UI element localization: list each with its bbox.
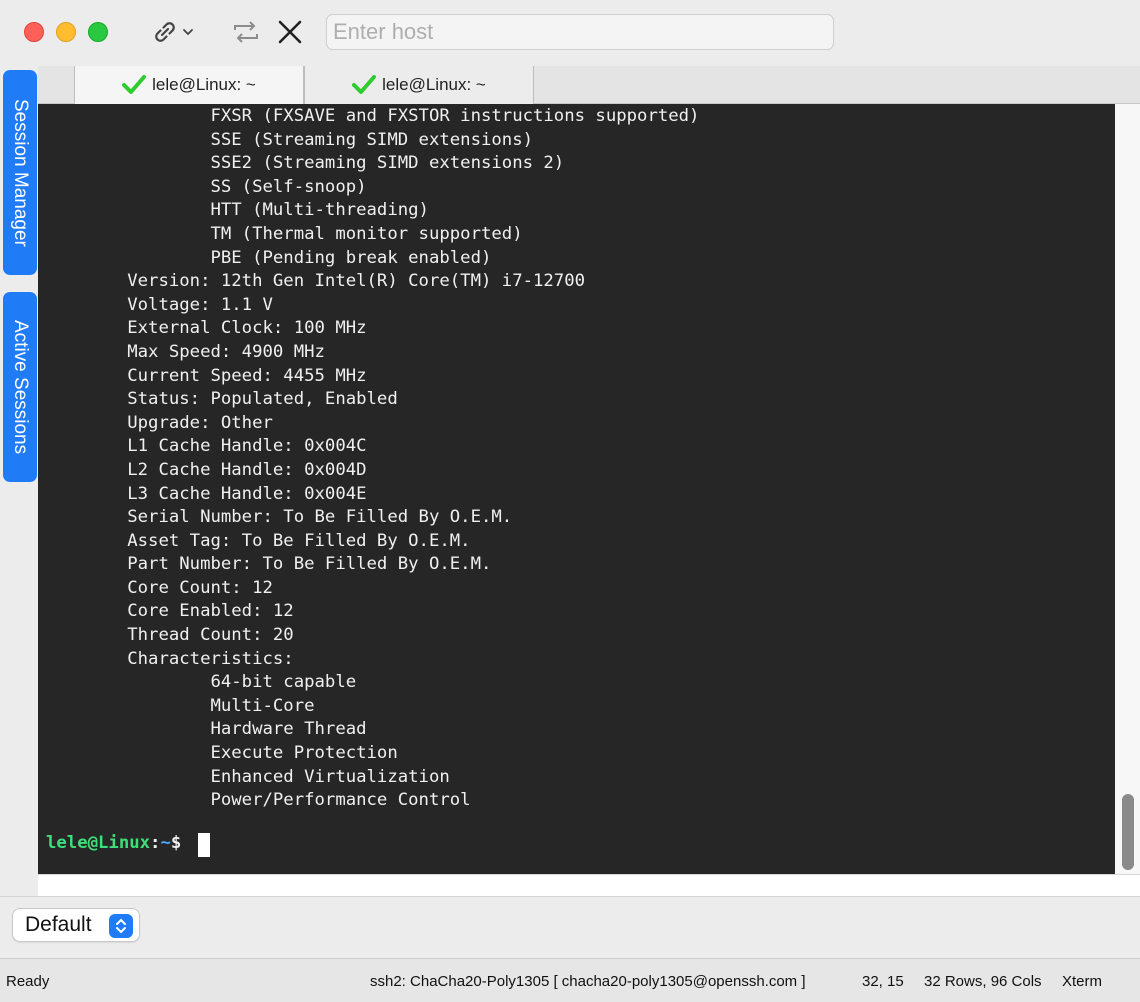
terminal-line: SSE2 (Streaming SIMD extensions 2) <box>44 153 565 174</box>
terminal-line: Thread Count: 20 <box>44 625 294 646</box>
terminal-line: Status: Populated, Enabled <box>44 389 398 410</box>
tab-label: lele@Linux: ~ <box>382 75 486 94</box>
terminal-line: Current Speed: 4455 MHz <box>44 365 367 386</box>
reconnect-button[interactable] <box>226 14 266 50</box>
active-sessions-label: Active Sessions <box>10 319 31 455</box>
terminal-line: External Clock: 100 MHz <box>44 318 367 339</box>
terminal-line: Version: 12th Gen Intel(R) Core(TM) i7-1… <box>44 271 586 292</box>
terminal-line: Voltage: 1.1 V <box>44 294 273 315</box>
terminal-scrollbar[interactable] <box>1115 104 1140 874</box>
prompt-symbol: $ <box>170 833 192 853</box>
terminal-line: L1 Cache Handle: 0x004C <box>44 436 367 457</box>
terminal-line: Multi-Core <box>44 695 315 716</box>
tab-label: lele@Linux: ~ <box>152 75 256 94</box>
terminal-line: HTT (Multi-threading) <box>44 200 429 221</box>
session-manager-tab[interactable]: Session Manager <box>3 70 37 275</box>
disconnect-button[interactable] <box>272 14 308 50</box>
tab-session-1[interactable]: lele@Linux: ~ <box>74 66 304 104</box>
close-icon <box>278 20 302 44</box>
prompt-user: lele@Linux <box>46 833 151 853</box>
terminal-line: Part Number: To Be Filled By O.E.M. <box>44 554 492 575</box>
shell-prompt: lele@Linux:~$ <box>46 833 192 853</box>
terminal-line: L3 Cache Handle: 0x004E <box>44 483 367 504</box>
check-icon <box>122 75 147 95</box>
repeat-icon <box>234 21 258 43</box>
status-cipher: ssh2: ChaCha20-Poly1305 [ chacha20-poly1… <box>370 973 806 990</box>
profile-select[interactable]: Default <box>12 908 140 942</box>
active-sessions-tab[interactable]: Active Sessions <box>3 292 37 482</box>
connect-menu-button[interactable] <box>142 14 204 50</box>
zoom-window-button[interactable] <box>88 22 108 42</box>
close-window-button[interactable] <box>24 22 44 42</box>
host-input[interactable] <box>326 14 834 50</box>
terminal-line: L2 Cache Handle: 0x004D <box>44 459 367 480</box>
chevron-down-icon <box>183 29 193 36</box>
terminal-line: TM (Thermal monitor supported) <box>44 223 523 244</box>
terminal-line: Max Speed: 4900 MHz <box>44 341 325 362</box>
terminal-line: Execute Protection <box>44 743 398 764</box>
scrollbar-thumb[interactable] <box>1122 794 1134 870</box>
check-icon <box>352 75 377 95</box>
link-icon <box>155 22 175 42</box>
terminal-line: SS (Self-snoop) <box>44 176 367 197</box>
status-terminal-type: Xterm <box>1062 973 1103 990</box>
tab-session-2[interactable]: lele@Linux: ~ <box>304 66 534 104</box>
status-bar: Ready ssh2: ChaCha20-Poly1305 [ chacha20… <box>0 958 1140 1002</box>
status-dimensions: 32 Rows, 96 Cols <box>924 973 1042 990</box>
terminal-line: Power/Performance Control <box>44 790 471 811</box>
terminal-line: Core Count: 12 <box>44 577 273 598</box>
prompt-separator: : <box>150 833 161 853</box>
terminal-output[interactable]: FXSR (FXSAVE and FXSTOR instructions sup… <box>38 104 1115 874</box>
terminal-line: Core Enabled: 12 <box>44 601 294 622</box>
terminal-line: PBE (Pending break enabled) <box>44 247 492 268</box>
session-manager-label: Session Manager <box>10 98 31 247</box>
command-input-area[interactable] <box>38 874 1140 896</box>
toolbar <box>0 0 1140 66</box>
minimize-window-button[interactable] <box>56 22 76 42</box>
terminal-line: FXSR (FXSAVE and FXSTOR instructions sup… <box>44 106 700 126</box>
bottom-bar <box>0 896 1140 958</box>
session-tab-bar: lele@Linux: ~ lele@Linux: ~ <box>38 66 1140 104</box>
terminal-line: SSE (Streaming SIMD extensions) <box>44 129 533 150</box>
terminal-cursor <box>198 833 210 857</box>
terminal-line: 64-bit capable <box>44 672 357 693</box>
status-cursor-position: 32, 15 <box>862 973 904 990</box>
profile-selected-value: Default <box>25 913 92 936</box>
terminal-text: FXSR (FXSAVE and FXSTOR instructions sup… <box>44 105 699 836</box>
prompt-path: ~ <box>160 833 171 853</box>
terminal-line: Hardware Thread <box>44 719 367 740</box>
terminal-line: Upgrade: Other <box>44 412 273 433</box>
terminal-line: Characteristics: <box>44 648 294 669</box>
terminal-line: Serial Number: To Be Filled By O.E.M. <box>44 507 513 528</box>
updown-chevron-icon <box>109 914 133 938</box>
status-state: Ready <box>6 973 50 990</box>
terminal-line: Enhanced Virtualization <box>44 766 450 787</box>
terminal-line: Asset Tag: To Be Filled By O.E.M. <box>44 530 471 551</box>
